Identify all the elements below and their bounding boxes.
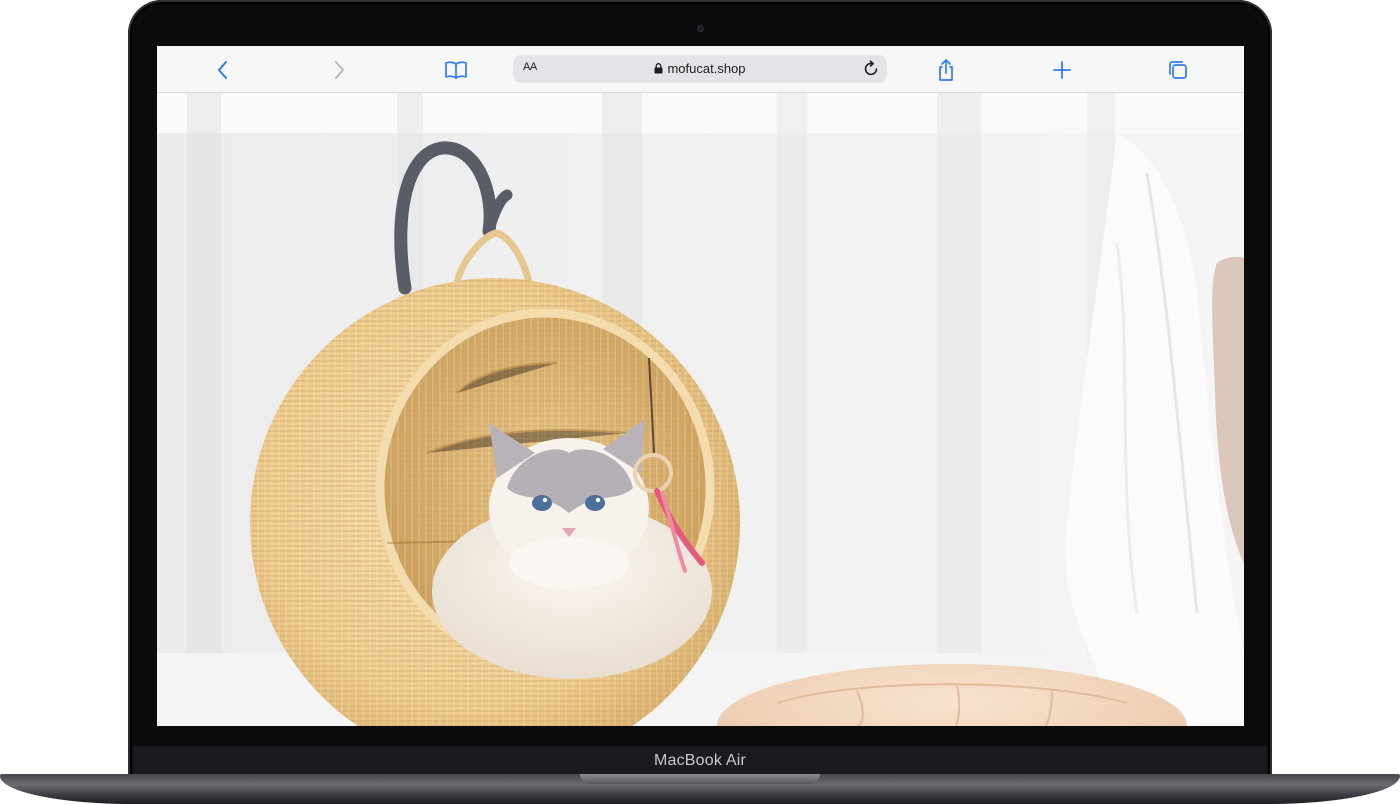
back-icon [218, 61, 227, 79]
web-page-content [157, 93, 1244, 726]
lock-icon [654, 63, 663, 74]
bookmarks-button[interactable] [442, 56, 470, 84]
tabs-overview-button[interactable] [1164, 56, 1192, 84]
laptop-opening-notch [580, 774, 820, 784]
ragdoll-cat-in-rattan-hanging-basket-icon [157, 93, 1244, 726]
model-label: MacBook Air [653, 752, 746, 769]
camera-icon [697, 25, 704, 32]
address-bar[interactable]: AA mofucat.shop [513, 55, 887, 83]
reload-button[interactable] [863, 60, 881, 83]
share-button[interactable] [932, 56, 960, 84]
forward-button[interactable] [325, 56, 353, 84]
forward-icon [335, 61, 344, 79]
bookmarks-icon [445, 61, 467, 79]
new-tab-button[interactable] [1048, 56, 1076, 84]
reload-icon [864, 60, 878, 76]
laptop-chin: MacBook Air [133, 746, 1267, 776]
back-button[interactable] [209, 56, 237, 84]
share-icon [939, 59, 953, 81]
safari-toolbar: AA mofucat.shop [157, 46, 1244, 93]
tabs-icon [1169, 61, 1187, 79]
new-tab-icon [1053, 61, 1071, 79]
browser-window: AA mofucat.shop [157, 46, 1244, 726]
url-text: mofucat.shop [667, 61, 746, 76]
url-field[interactable]: mofucat.shop [513, 61, 887, 76]
